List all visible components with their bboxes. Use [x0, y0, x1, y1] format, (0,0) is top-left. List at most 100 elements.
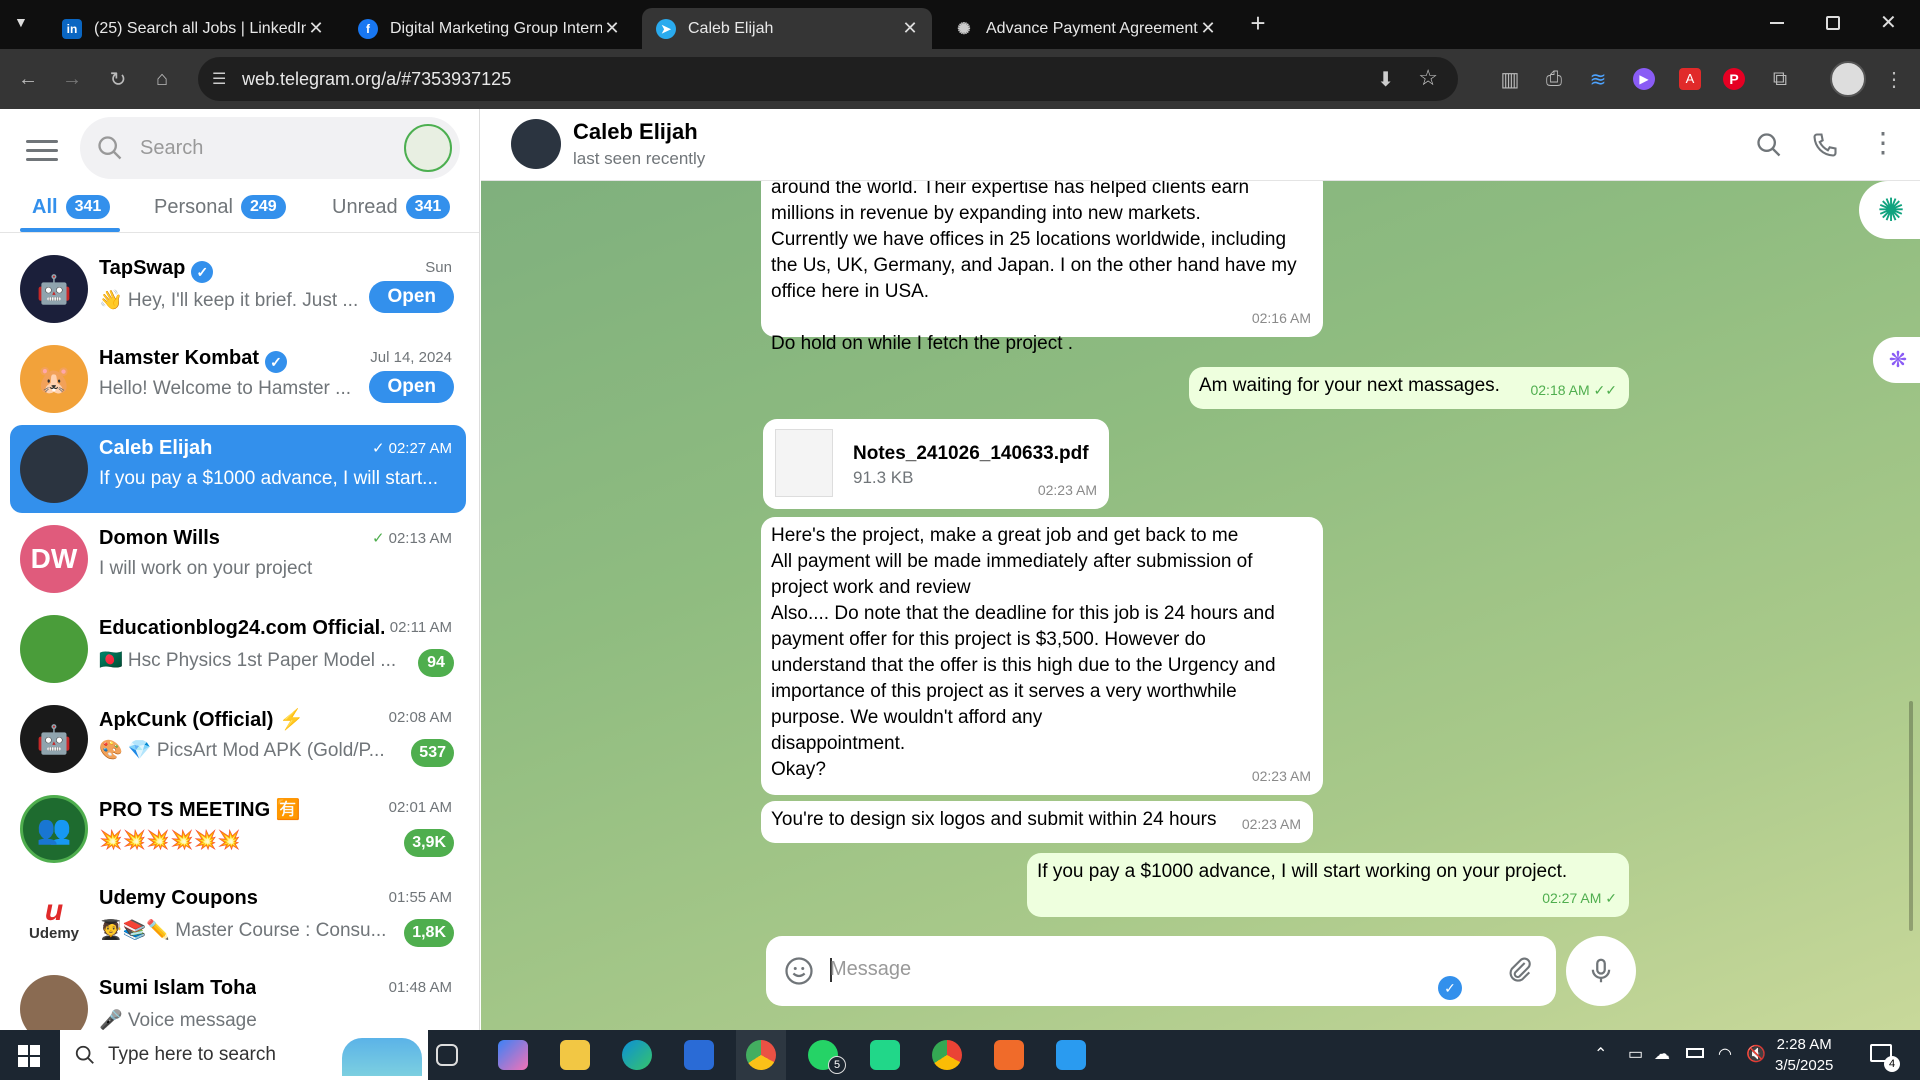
extension-pinterest-icon[interactable]: P [1722, 67, 1746, 91]
app-orange-icon[interactable] [994, 1040, 1024, 1070]
minimize-window-icon[interactable] [1770, 22, 1784, 24]
folder-count: 341 [65, 195, 111, 219]
close-tab-icon[interactable]: ✕ [602, 18, 622, 39]
story-avatar[interactable] [404, 124, 452, 172]
phone-call-icon[interactable] [1811, 131, 1839, 159]
copilot-icon[interactable] [498, 1040, 528, 1070]
active-app-indicator [736, 1030, 786, 1080]
close-tab-icon[interactable]: ✕ [900, 18, 920, 39]
chat-item-pro-ts-meeting[interactable]: 👥 PRO TS MEETING 🈶 02:01 AM 💥💥💥💥💥💥 3,9K [10, 785, 466, 873]
folder-tab-personal[interactable]: Personal 249 [154, 195, 286, 219]
install-app-icon[interactable]: ⬇ [1377, 67, 1394, 92]
attachment-icon[interactable] [1506, 956, 1534, 984]
browser-tab-linkedin[interactable]: in (25) Search all Jobs | LinkedIn ✕ [48, 8, 338, 49]
message-composer[interactable]: Message ✓ [766, 936, 1556, 1006]
show-hidden-icons[interactable]: ⌃ [1594, 1044, 1607, 1064]
message-line [771, 305, 1313, 331]
sync-icon[interactable]: ☁ [1654, 1044, 1670, 1064]
search-icon [98, 136, 122, 160]
close-tab-icon[interactable]: ✕ [1198, 18, 1218, 39]
chat-item-domon-wills[interactable]: DW Domon Wills ✓ 02:13 AM I will work on … [10, 515, 466, 603]
browser-tab-chatgpt[interactable]: ✺ Advance Payment Agreement ✕ [940, 8, 1230, 49]
meet-now-icon[interactable]: ▭ [1628, 1044, 1643, 1064]
restore-window-icon[interactable] [1826, 16, 1840, 30]
wifi-icon[interactable]: ◠ [1718, 1044, 1732, 1064]
search-icon[interactable] [1755, 131, 1783, 159]
avatar: DW [20, 525, 88, 593]
extension-wave-icon[interactable]: ≋ [1586, 67, 1610, 91]
file-message[interactable]: Notes_241026_140633.pdf 91.3 KB 02:23 AM [763, 419, 1109, 509]
divider [0, 232, 479, 233]
tab-list-dropdown-icon[interactable]: ▼ [14, 14, 34, 34]
folder-label: All [32, 195, 58, 218]
more-options-icon[interactable]: ⋮ [1869, 129, 1897, 159]
reload-icon[interactable]: ↻ [106, 67, 130, 91]
message-incoming: Here's the project, make a great job and… [761, 517, 1323, 795]
taskbar-search-input[interactable]: Type here to search [60, 1030, 428, 1080]
taskbar-search-placeholder: Type here to search [108, 1044, 276, 1065]
browser-tab-facebook[interactable]: f Digital Marketing Group Interna ✕ [344, 8, 634, 49]
extension-play-icon[interactable]: ▶ [1632, 67, 1656, 91]
browser-menu-icon[interactable]: ⋮ [1882, 67, 1906, 91]
hamburger-menu-icon[interactable] [26, 137, 58, 161]
message-input[interactable]: Message [830, 958, 911, 981]
address-bar[interactable]: ☰ web.telegram.org/a/#7353937125 ⬇ ☆ [198, 57, 1458, 101]
chat-item-tapswap[interactable]: 🤖 TapSwap ✓ Sun 👋 Hey, I'll keep it brief… [10, 245, 466, 333]
profile-avatar[interactable] [1830, 61, 1866, 97]
vscode-icon[interactable] [1056, 1040, 1086, 1070]
chatgpt-extension-icon[interactable]: ✺ [1859, 181, 1920, 239]
back-icon[interactable]: ← [16, 67, 40, 91]
system-clock[interactable]: 2:28 AM 3/5/2025 [1775, 1034, 1833, 1076]
open-app-button[interactable]: Open [369, 371, 454, 403]
contact-avatar[interactable] [511, 119, 561, 169]
chat-item-educationblog24[interactable]: Educationblog24.com Official... 02:11 AM… [10, 605, 466, 693]
folder-tab-all[interactable]: All 341 [32, 195, 111, 219]
extensions-puzzle-icon[interactable]: ⧉ [1768, 67, 1792, 91]
extension-printer-icon[interactable]: ⎙ [1542, 67, 1566, 91]
chat-item-apkcunk[interactable]: 🤖 ApkCunk (Official) ⚡ 02:08 AM 🎨 💎 Pics… [10, 695, 466, 783]
home-icon[interactable]: ⌂ [150, 67, 174, 91]
task-view-icon[interactable] [436, 1044, 458, 1066]
open-app-button[interactable]: Open [369, 281, 454, 313]
chat-item-hamster-kombat[interactable]: 🐹 Hamster Kombat ✓ Jul 14, 2024 Hello! We… [10, 335, 466, 423]
voice-record-button[interactable] [1566, 936, 1636, 1006]
file-explorer-icon[interactable] [560, 1040, 590, 1070]
pycharm-icon[interactable] [870, 1040, 900, 1070]
close-window-icon[interactable]: ✕ [1880, 10, 1897, 35]
new-tab-button[interactable]: + [1246, 8, 1270, 40]
message-text: If you pay a $1000 advance, I will start… [1037, 861, 1568, 882]
scrollbar[interactable] [1909, 701, 1913, 931]
chat-time: 02:11 AM [389, 619, 452, 636]
edge-icon[interactable] [622, 1040, 652, 1070]
forward-icon[interactable]: → [60, 67, 84, 91]
site-info-icon[interactable]: ☰ [212, 69, 226, 89]
chat-preview: I will work on your project [99, 558, 313, 579]
message-area[interactable]: around the world. Their expertise has he… [481, 181, 1920, 1030]
chat-item-caleb-elijah[interactable]: Caleb Elijah ✓ 02:27 AM If you pay a $100… [10, 425, 466, 513]
split-view-icon[interactable]: ▥ [1498, 67, 1522, 91]
chrome-profile-icon[interactable] [932, 1040, 962, 1070]
chat-name: ApkCunk (Official) ⚡ [99, 709, 304, 731]
microsoft-store-icon[interactable] [684, 1040, 714, 1070]
chat-item-sumi-islam-toha[interactable]: Sumi Islam Toha 01:48 AM 🎤 Voice message [10, 965, 466, 1030]
chat-preview: 👋 Hey, I'll keep it brief. Just ... [99, 290, 359, 311]
brain-extension-icon[interactable]: ❋ [1873, 337, 1920, 383]
search-input[interactable]: Search [80, 117, 460, 179]
emoji-icon[interactable] [784, 956, 814, 986]
volume-muted-icon[interactable]: 🔇 [1746, 1044, 1766, 1064]
chat-header[interactable]: Caleb Elijah last seen recently ⋮ [481, 109, 1920, 181]
message-time: 02:23 AM [1241, 816, 1301, 832]
close-tab-icon[interactable]: ✕ [306, 18, 326, 39]
browser-tab-telegram[interactable]: ➤ Caleb Elijah ✕ [642, 8, 932, 49]
windows-start-icon[interactable] [18, 1045, 40, 1067]
grammar-check-icon[interactable]: ✓ [1438, 976, 1462, 1000]
folder-tab-unread[interactable]: Unread 341 [332, 195, 451, 219]
extension-pdf-icon[interactable]: A [1678, 67, 1702, 91]
chat-time: 01:55 AM [388, 889, 452, 906]
chat-time: Sun [425, 259, 452, 276]
chat-item-udemy-coupons[interactable]: u Udemy Udemy Coupons 01:55 AM 🧑‍🎓📚✏️ Ma… [10, 875, 466, 963]
battery-icon[interactable] [1686, 1048, 1704, 1058]
bookmark-star-icon[interactable]: ☆ [1418, 65, 1438, 91]
avatar: u Udemy [20, 885, 88, 953]
avatar-label: Udemy [28, 925, 80, 942]
